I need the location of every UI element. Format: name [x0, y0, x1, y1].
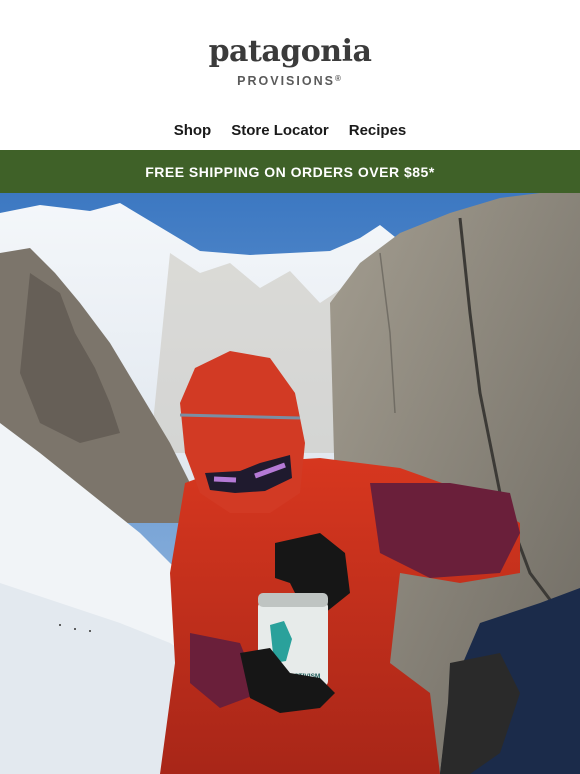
- hero-illustration: EATING IS ACTIVISM: [0, 193, 580, 774]
- can-rim: [258, 593, 328, 607]
- distant-climber: [89, 630, 91, 632]
- nav-recipes-link[interactable]: Recipes: [349, 122, 407, 139]
- nav-store-locator-link[interactable]: Store Locator: [231, 122, 329, 139]
- registered-mark: ®: [334, 74, 343, 83]
- free-shipping-banner[interactable]: FREE SHIPPING ON ORDERS OVER $85*: [0, 150, 580, 193]
- brand-subbrand: PROVISIONS®: [237, 74, 343, 88]
- email-header: patagonia PROVISIONS® Shop Store Locator…: [0, 0, 580, 150]
- hero-image[interactable]: EATING IS ACTIVISM: [0, 193, 580, 774]
- brand-logo[interactable]: patagonia PROVISIONS®: [0, 34, 580, 88]
- distant-climber: [74, 628, 76, 630]
- free-shipping-text: FREE SHIPPING ON ORDERS OVER $85*: [145, 163, 435, 180]
- nav-shop-link[interactable]: Shop: [174, 122, 212, 139]
- brand-wordmark: patagonia: [208, 34, 372, 69]
- distant-climber: [59, 624, 61, 626]
- main-nav: Shop Store Locator Recipes: [0, 122, 580, 139]
